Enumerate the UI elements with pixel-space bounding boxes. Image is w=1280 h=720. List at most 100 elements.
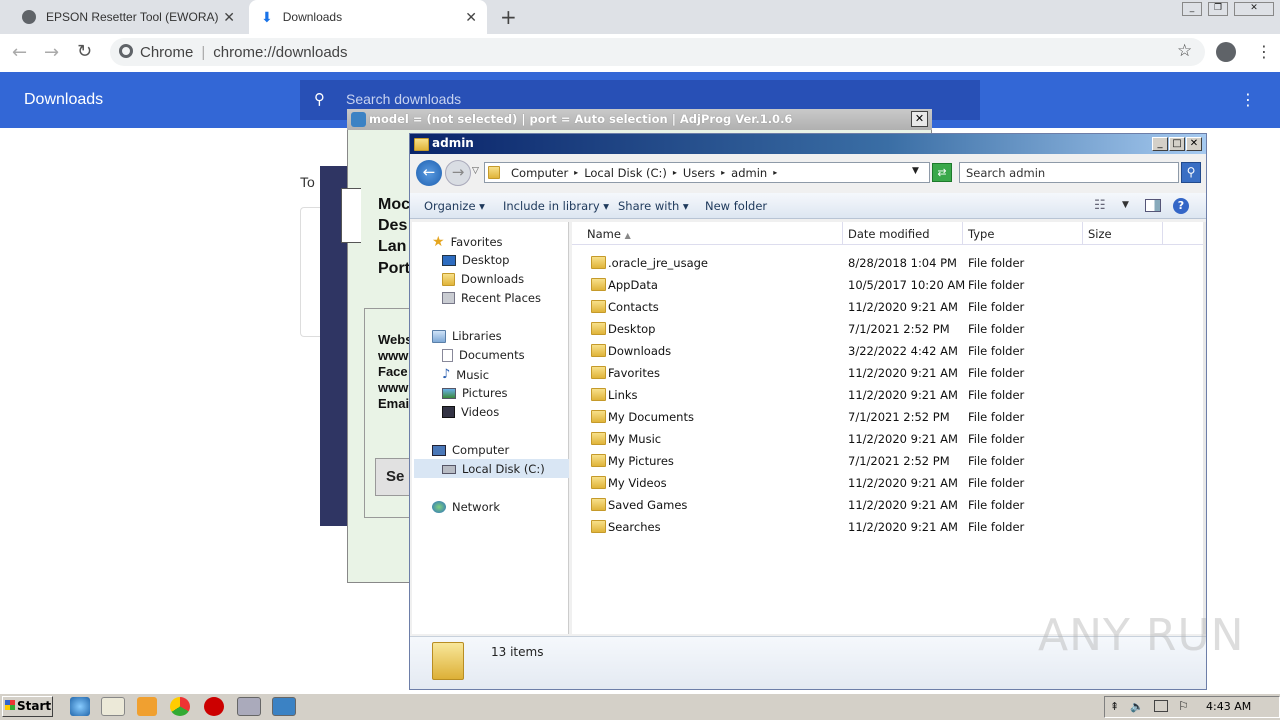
nav-favorites[interactable]: ★ Favorites xyxy=(432,234,503,250)
column-date-modified[interactable]: Date modified xyxy=(843,222,963,245)
nav-recent-places[interactable]: Recent Places xyxy=(442,291,541,305)
back-arrow-icon[interactable]: ← xyxy=(416,160,442,186)
recent-places-icon xyxy=(442,292,455,304)
include-library-button[interactable]: Include in library ▾ xyxy=(503,199,609,213)
nav-libraries[interactable]: Libraries xyxy=(432,329,502,343)
folder-icon xyxy=(591,322,606,335)
crumb-admin[interactable]: admin xyxy=(731,166,767,180)
nav-local-disk[interactable]: Local Disk (C:) xyxy=(442,462,545,476)
share-with-button[interactable]: Share with ▾ xyxy=(618,199,689,213)
table-row[interactable]: .oracle_jre_usage 8/28/2018 1:04 PM File f… xyxy=(573,253,1203,273)
nav-documents[interactable]: Documents xyxy=(442,348,525,362)
table-row[interactable]: My Pictures 7/1/2021 2:52 PM File folder xyxy=(573,451,1203,471)
chevron-icon[interactable]: ▸ xyxy=(721,168,725,177)
nav-videos[interactable]: Videos xyxy=(442,405,499,419)
scrollbar[interactable] xyxy=(1203,222,1206,634)
nav-downloads[interactable]: Downloads xyxy=(442,272,524,286)
column-type[interactable]: Type xyxy=(963,222,1083,245)
file-date: 11/2/2020 9:21 AM xyxy=(848,498,958,512)
media-player-icon[interactable] xyxy=(137,697,157,716)
download-icon: ⬇ xyxy=(261,8,273,25)
destination-label: Des xyxy=(378,217,408,234)
search-icon[interactable]: ⚲ xyxy=(1181,162,1201,183)
table-row[interactable]: Saved Games 11/2/2020 9:21 AM File folder xyxy=(573,495,1203,515)
maximize-button[interactable]: □ xyxy=(1169,137,1185,151)
table-row[interactable]: My Music 11/2/2020 9:21 AM File folder xyxy=(573,429,1203,449)
table-row[interactable]: My Videos 11/2/2020 9:21 AM File folder xyxy=(573,473,1203,493)
volume-icon[interactable]: 🔈 xyxy=(1130,700,1144,713)
column-name[interactable]: Name ▲ xyxy=(582,222,843,245)
view-options-icon[interactable]: ☷ xyxy=(1094,198,1106,213)
chevron-icon[interactable]: ▸ xyxy=(574,168,578,177)
chevron-icon[interactable]: ▸ xyxy=(773,168,777,177)
address-dropdown-icon[interactable]: ▼ xyxy=(912,166,919,176)
folder-icon xyxy=(591,300,606,313)
tab-downloads[interactable]: ⬇ Downloads ✕ xyxy=(249,0,487,34)
search-input[interactable]: Search admin xyxy=(959,162,1179,183)
refresh-icon[interactable]: ⇄ xyxy=(932,163,952,182)
profile-avatar[interactable] xyxy=(1216,42,1236,62)
table-row[interactable]: Downloads 3/22/2022 4:42 AM File folder xyxy=(573,341,1203,361)
folder-icon xyxy=(591,366,606,379)
file-date: 10/5/2017 10:20 AM xyxy=(848,278,966,292)
new-folder-button[interactable]: New folder xyxy=(705,199,767,213)
close-tab-icon[interactable]: ✕ xyxy=(223,9,235,26)
bookmark-star-icon[interactable]: ☆ xyxy=(1177,41,1192,61)
table-row[interactable]: My Documents 7/1/2021 2:52 PM File folder xyxy=(573,407,1203,427)
maximize-button[interactable]: ❐ xyxy=(1208,2,1228,16)
table-row[interactable]: Searches 11/2/2020 9:21 AM File folder xyxy=(573,517,1203,537)
chevron-icon[interactable]: ▸ xyxy=(673,168,677,177)
file-date: 11/2/2020 9:21 AM xyxy=(848,366,958,380)
table-row[interactable]: AppData 10/5/2017 10:20 AM File folder xyxy=(573,275,1203,295)
column-size[interactable]: Size xyxy=(1083,222,1163,245)
file-name: Downloads xyxy=(608,344,672,358)
network-tray-icon[interactable] xyxy=(1154,700,1168,712)
adjprog-taskbar-icon[interactable] xyxy=(272,697,296,716)
close-tab-icon[interactable]: ✕ xyxy=(465,9,477,26)
minimize-button[interactable]: _ xyxy=(1152,137,1168,151)
help-icon[interactable]: ? xyxy=(1173,198,1189,214)
table-row[interactable]: Desktop 7/1/2021 2:52 PM File folder xyxy=(573,319,1203,339)
close-window-button[interactable]: ✕ xyxy=(1234,2,1274,16)
explorer-taskbar-icon[interactable] xyxy=(101,697,125,716)
tab-epson-resetter[interactable]: EPSON Resetter Tool (EWORA) ✕ xyxy=(0,0,245,34)
printer-app-icon[interactable] xyxy=(237,697,261,716)
tray-arrow-icon[interactable]: ⇞ xyxy=(1110,700,1119,713)
forward-button[interactable]: → xyxy=(44,42,59,63)
table-row[interactable]: Links 11/2/2020 9:21 AM File folder xyxy=(573,385,1203,405)
downloads-menu-icon[interactable]: ⋮ xyxy=(1240,90,1256,109)
new-tab-button[interactable]: + xyxy=(500,5,517,29)
opera-icon[interactable] xyxy=(204,697,224,716)
preview-pane-icon[interactable] xyxy=(1145,199,1161,212)
address-bar[interactable]: Computer ▸ Local Disk (C:) ▸ Users ▸ admin ▸ xyxy=(484,162,930,183)
ie-icon[interactable] xyxy=(70,697,90,716)
flag-icon[interactable]: ⚐ xyxy=(1178,699,1189,713)
back-button[interactable]: ← xyxy=(12,42,27,63)
chrome-menu-icon[interactable]: ⋮ xyxy=(1256,42,1272,61)
folder-icon xyxy=(591,256,606,269)
nav-network[interactable]: Network xyxy=(432,500,500,514)
reload-button[interactable]: ↻ xyxy=(77,41,92,62)
crumb-computer[interactable]: Computer xyxy=(511,166,568,180)
nav-computer[interactable]: Computer xyxy=(432,443,509,457)
forward-arrow-icon[interactable]: → xyxy=(445,160,471,186)
minimize-button[interactable]: _ xyxy=(1182,2,1202,16)
nav-pictures[interactable]: Pictures xyxy=(442,386,508,400)
tab-label: EPSON Resetter Tool (EWORA) xyxy=(46,10,219,24)
file-date: 11/2/2020 9:21 AM xyxy=(848,520,958,534)
view-dropdown-icon[interactable]: ▼ xyxy=(1122,200,1129,210)
organize-button[interactable]: Organize ▾ xyxy=(424,199,485,213)
omnibox[interactable]: Chrome | chrome://downloads xyxy=(110,38,1205,66)
crumb-local-disk[interactable]: Local Disk (C:) xyxy=(584,166,667,180)
close-button[interactable]: ✕ xyxy=(1186,137,1202,151)
file-name: My Documents xyxy=(608,410,694,424)
nav-desktop[interactable]: Desktop xyxy=(442,253,509,267)
nav-music[interactable]: ♪ Music xyxy=(442,367,489,382)
table-row[interactable]: Contacts 11/2/2020 9:21 AM File folder xyxy=(573,297,1203,317)
file-type: File folder xyxy=(968,300,1025,314)
history-dropdown-icon[interactable]: ▽ xyxy=(472,166,479,176)
crumb-users[interactable]: Users xyxy=(683,166,715,180)
chrome-taskbar-icon[interactable] xyxy=(170,697,190,716)
table-row[interactable]: Favorites 11/2/2020 9:21 AM File folder xyxy=(573,363,1203,383)
adjprog-close-button[interactable]: ✕ xyxy=(911,111,928,127)
